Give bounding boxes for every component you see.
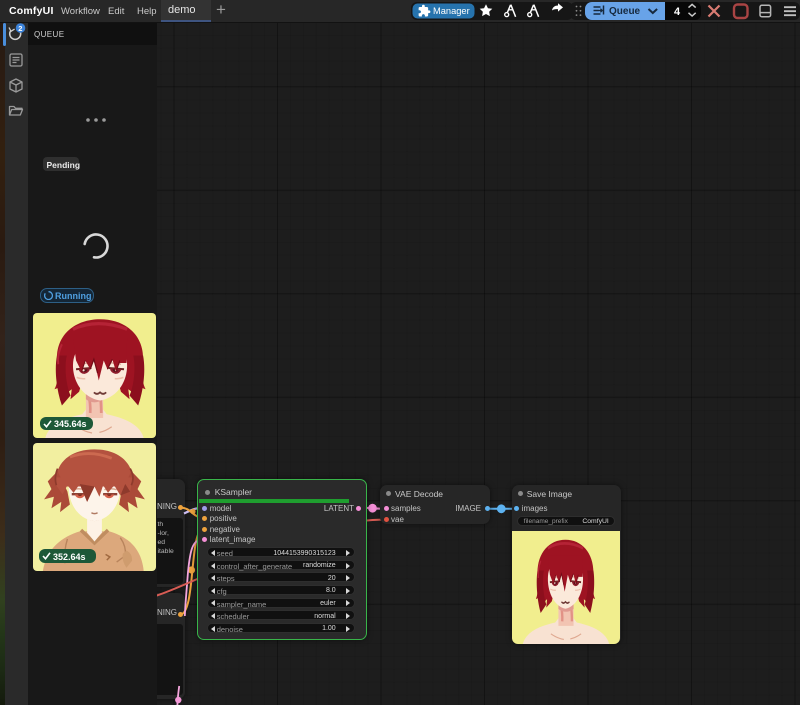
svg-text:2: 2 bbox=[18, 24, 22, 33]
svg-text:Queue: Queue bbox=[609, 6, 641, 17]
svg-text:4: 4 bbox=[674, 6, 681, 18]
svg-text:Manager: Manager bbox=[433, 6, 470, 16]
